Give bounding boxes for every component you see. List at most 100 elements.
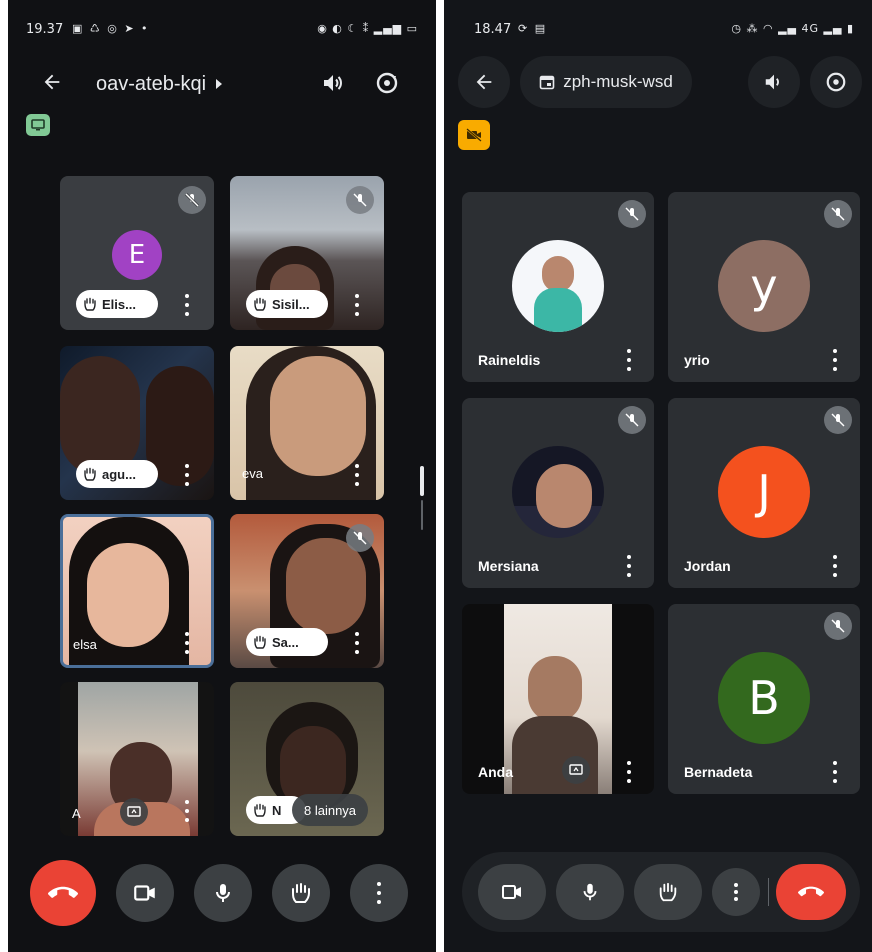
participant-name: Bernadeta xyxy=(684,764,753,780)
present-screen-icon xyxy=(562,756,590,784)
notification-icons: ⟳ ▤ xyxy=(518,22,548,35)
more-options-icon[interactable] xyxy=(354,294,360,316)
more-options-icon[interactable] xyxy=(832,555,838,577)
more-options-button[interactable] xyxy=(712,868,760,916)
calendar-icon xyxy=(539,75,555,90)
switch-camera-button[interactable] xyxy=(810,56,862,108)
speaker-button[interactable] xyxy=(748,56,800,108)
end-call-icon xyxy=(48,886,78,898)
mic-toggle-button[interactable] xyxy=(194,864,252,922)
video-face xyxy=(87,543,169,647)
participant-tile[interactable]: E Elis... xyxy=(60,176,214,330)
participant-tile[interactable]: agu... xyxy=(60,346,214,500)
more-options-icon[interactable] xyxy=(354,464,360,486)
participant-tile[interactable]: Sa... xyxy=(230,514,384,668)
video-face xyxy=(270,356,366,476)
meeting-title-pill[interactable]: zph-musk-wsd xyxy=(520,56,692,108)
participant-name: Mersiana xyxy=(478,558,539,574)
meeting-code: oav-ateb-kqi xyxy=(96,72,207,95)
more-vert-icon xyxy=(376,882,382,904)
back-arrow-icon xyxy=(476,74,492,90)
status-bar: 18.47 ⟳ ▤ ◷ ⁂ ◠ ▂▄ 4G ▂▄ ▮ xyxy=(474,22,854,42)
present-screen-icon xyxy=(120,798,148,826)
participant-name: Raineldis xyxy=(478,352,541,368)
hand-icon xyxy=(292,883,310,903)
mic-toggle-button[interactable] xyxy=(556,864,624,920)
more-options-icon[interactable] xyxy=(626,555,632,577)
more-options-icon[interactable] xyxy=(184,800,190,822)
mic-off-icon xyxy=(618,200,646,228)
scrollbar-track xyxy=(421,500,423,530)
more-options-icon[interactable] xyxy=(832,761,838,783)
participant-name: Anda xyxy=(478,764,513,780)
end-call-button[interactable] xyxy=(776,864,846,920)
raise-hand-button[interactable] xyxy=(634,864,702,920)
participant-tile[interactable]: elsa xyxy=(60,514,214,668)
device-status-badge xyxy=(26,114,50,136)
end-call-button[interactable] xyxy=(30,860,96,926)
participant-name: eva xyxy=(242,466,263,481)
mic-off-icon xyxy=(618,406,646,434)
status-time: 19.37 xyxy=(26,22,64,37)
profile-photo xyxy=(512,446,604,538)
participant-tile[interactable]: B Bernadeta xyxy=(668,604,860,794)
more-options-icon[interactable] xyxy=(832,349,838,371)
speaker-icon xyxy=(765,74,779,90)
participant-tile[interactable]: Anda xyxy=(462,604,654,794)
speaker-icon[interactable] xyxy=(318,68,348,98)
video-body xyxy=(512,716,598,794)
scrollbar-thumb[interactable] xyxy=(420,466,424,496)
videocam-off-icon xyxy=(466,128,482,142)
participant-tile[interactable]: eva xyxy=(230,346,384,500)
videocam-icon xyxy=(134,885,155,901)
more-options-icon[interactable] xyxy=(626,761,632,783)
more-participants-chip[interactable]: 8 lainnya xyxy=(292,794,369,826)
participant-name: Sisil... xyxy=(272,296,310,312)
mic-off-icon xyxy=(824,406,852,434)
camera-off-badge xyxy=(458,120,490,150)
participant-tile[interactable]: Mersiana xyxy=(462,398,654,588)
participant-tile[interactable]: N 8 lainnya xyxy=(230,682,384,836)
call-controls-bar xyxy=(462,852,860,932)
switch-camera-icon xyxy=(826,72,846,92)
hand-icon xyxy=(84,467,96,481)
participant-tile[interactable]: y yrio xyxy=(668,192,860,382)
hand-icon xyxy=(84,297,96,311)
more-options-icon[interactable] xyxy=(626,349,632,371)
more-participants-label: 8 lainnya xyxy=(304,802,357,818)
avatar: J xyxy=(718,446,810,538)
system-status-icons: ◉ ◐ ☾ ⁑ ▂▄▆ ▭ xyxy=(317,22,418,35)
hand-icon xyxy=(254,803,266,817)
caret-right-icon xyxy=(216,79,223,89)
participant-tile[interactable]: A xyxy=(60,682,214,836)
raised-hand-chip: Elis... xyxy=(76,290,158,318)
right-phone-screen: 18.47 ⟳ ▤ ◷ ⁂ ◠ ▂▄ 4G ▂▄ ▮ zph-musk-wsd … xyxy=(444,0,872,952)
back-arrow-icon[interactable] xyxy=(36,66,68,98)
more-options-button[interactable] xyxy=(350,864,408,922)
camera-toggle-button[interactable] xyxy=(478,864,546,920)
more-options-icon[interactable] xyxy=(354,632,360,654)
status-bar: 19.37 ▣ ♺ ◎ ➤ • ◉ ◐ ☾ ⁑ ▂▄▆ ▭ xyxy=(26,22,418,42)
participant-tile[interactable]: Raineldis xyxy=(462,192,654,382)
meeting-code: zph-musk-wsd xyxy=(563,72,673,91)
participant-name: N xyxy=(272,802,282,818)
camera-toggle-button[interactable] xyxy=(116,864,174,922)
back-button[interactable] xyxy=(458,56,510,108)
screen-device-icon xyxy=(31,119,45,131)
participant-tile[interactable]: Sisil... xyxy=(230,176,384,330)
meeting-title[interactable]: oav-ateb-kqi xyxy=(96,70,224,98)
more-options-icon[interactable] xyxy=(184,632,190,654)
switch-camera-icon[interactable] xyxy=(372,68,402,98)
raised-hand-chip: agu... xyxy=(76,460,158,488)
profile-photo xyxy=(512,240,604,332)
mic-off-icon xyxy=(346,186,374,214)
more-options-icon[interactable] xyxy=(184,464,190,486)
more-vert-icon xyxy=(733,883,739,901)
more-options-icon[interactable] xyxy=(184,294,190,316)
raise-hand-button[interactable] xyxy=(272,864,330,922)
left-phone-screen: 19.37 ▣ ♺ ◎ ➤ • ◉ ◐ ☾ ⁑ ▂▄▆ ▭ oav-ateb-k… xyxy=(8,0,436,952)
participant-tile[interactable]: J Jordan xyxy=(668,398,860,588)
videocam-icon xyxy=(502,885,521,899)
participant-name: agu... xyxy=(102,466,136,482)
raised-hand-chip: Sisil... xyxy=(246,290,328,318)
